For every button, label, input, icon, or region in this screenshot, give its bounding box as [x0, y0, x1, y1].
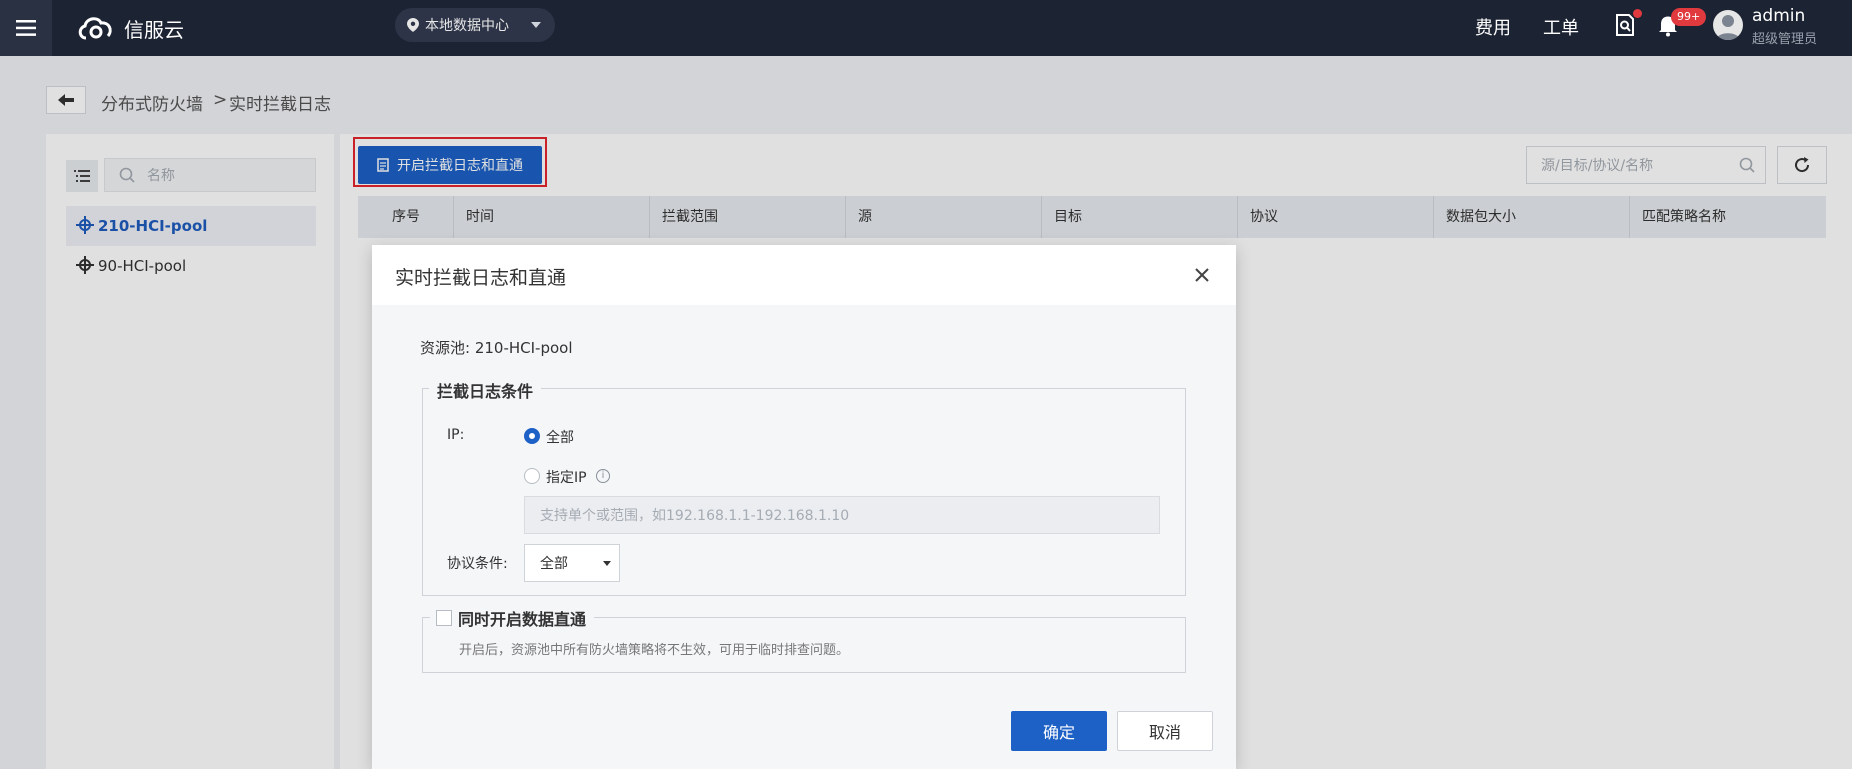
user-role: 超级管理员 — [1752, 32, 1818, 47]
ip-all-radio[interactable] — [524, 428, 540, 444]
conditions-legend: 拦截日志条件 — [429, 378, 542, 402]
chevron-down-icon — [531, 22, 541, 28]
confirm-button[interactable]: 确定 — [1011, 711, 1107, 751]
nav-tickets[interactable]: 工单 — [1543, 14, 1579, 40]
region-label: 本地数据中心 — [425, 18, 509, 34]
logo[interactable]: 信服云 — [76, 10, 184, 46]
ip-range-input[interactable]: 支持单个或范围，如192.168.1.1-192.168.1.10 — [524, 496, 1160, 534]
alert-dot — [1633, 9, 1642, 18]
ip-all-label[interactable]: 全部 — [546, 427, 574, 447]
info-icon[interactable]: i — [596, 469, 610, 483]
user-icon — [1716, 15, 1740, 40]
user-name[interactable]: admin — [1752, 6, 1805, 26]
avatar[interactable] — [1713, 10, 1743, 40]
passthrough-hint: 开启后，资源池中所有防火墙策略将不生效，可用于临时排查问题。 — [459, 643, 850, 658]
resource-pool-info: 资源池: 210-HCI-pool — [420, 339, 573, 357]
passthrough-checkbox[interactable] — [436, 610, 452, 626]
protocol-label: 协议条件: — [447, 556, 508, 572]
cloud-logo-icon — [78, 17, 112, 40]
top-bar: 信服云 本地数据中心 费用 工单 99+ admin 超级管理员 — [0, 0, 1852, 56]
region-selector[interactable]: 本地数据中心 — [395, 8, 555, 42]
passthrough-legend: 同时开启数据直通 — [430, 606, 595, 630]
dialog-title: 实时拦截日志和直通 — [395, 267, 567, 289]
notification-badge: 99+ — [1671, 8, 1707, 26]
ip-specific-radio[interactable] — [524, 468, 540, 484]
intercept-log-dialog: 实时拦截日志和直通 资源池: 210-HCI-pool 拦截日志条件 IP: 全… — [372, 245, 1236, 769]
logo-text: 信服云 — [124, 17, 184, 42]
ip-specific-label[interactable]: 指定IP — [546, 467, 587, 487]
close-icon[interactable] — [1190, 263, 1214, 287]
cancel-button[interactable]: 取消 — [1117, 711, 1213, 751]
passthrough-label[interactable]: 同时开启数据直通 — [458, 606, 586, 630]
dialog-header: 实时拦截日志和直通 — [372, 245, 1236, 305]
protocol-select[interactable]: 全部 — [524, 544, 620, 582]
location-pin-icon — [407, 18, 419, 32]
ip-label: IP: — [447, 427, 465, 443]
protocol-selected-value: 全部 — [540, 556, 568, 572]
nav-cost[interactable]: 费用 — [1475, 14, 1511, 40]
hamburger-menu-icon[interactable] — [0, 0, 52, 56]
chevron-down-icon — [603, 561, 611, 566]
ip-range-placeholder: 支持单个或范围，如192.168.1.1-192.168.1.10 — [540, 508, 850, 524]
